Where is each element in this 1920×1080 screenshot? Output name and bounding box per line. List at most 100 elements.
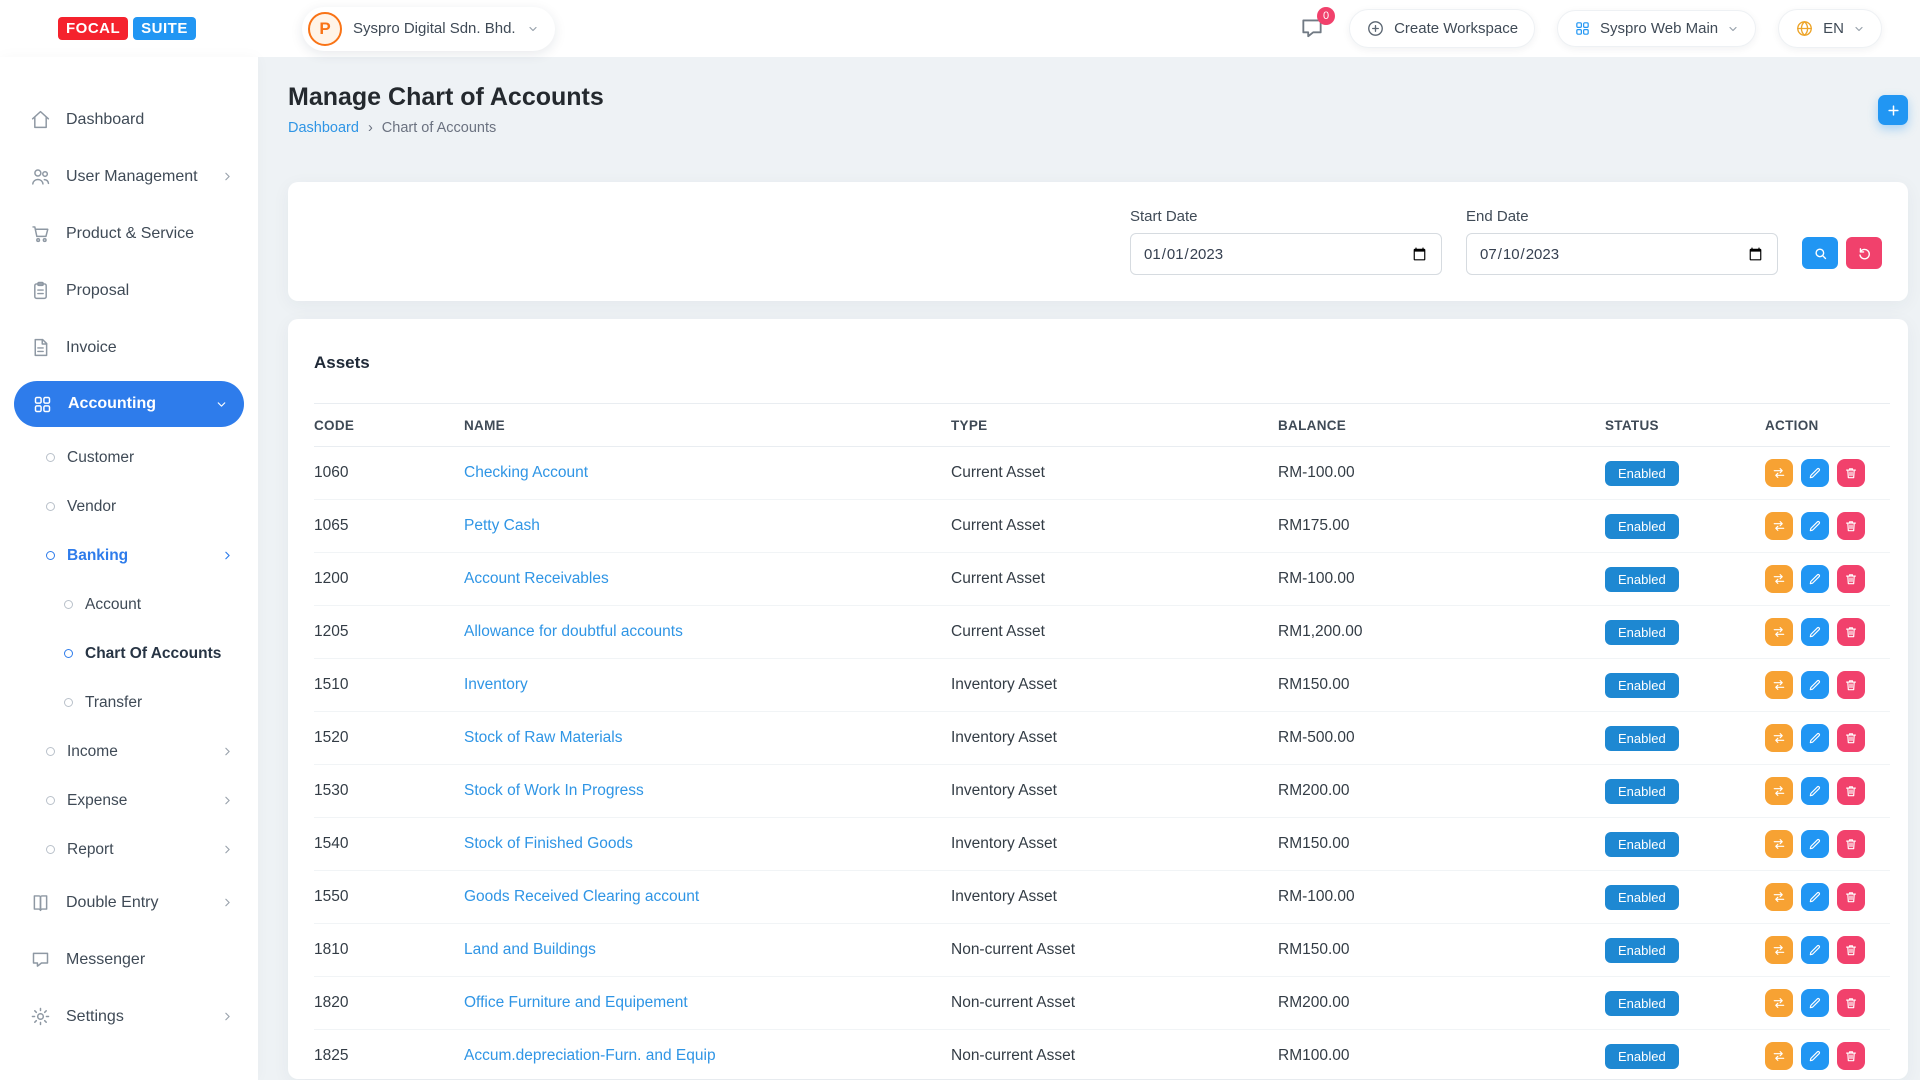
row-transactions-button[interactable] [1765, 1042, 1793, 1070]
sidebar-item-user-management[interactable]: User Management [0, 148, 258, 205]
sidebar-item-accounting[interactable]: Accounting [14, 381, 244, 427]
row-transactions-button[interactable] [1765, 989, 1793, 1017]
sidebar-item-invoice[interactable]: Invoice [0, 319, 258, 376]
row-edit-button[interactable] [1801, 671, 1829, 699]
account-name-link[interactable]: Allowance for doubtful accounts [464, 623, 683, 640]
sidebar-item-double-entry[interactable]: Double Entry [0, 874, 258, 931]
sidebar-item-messenger[interactable]: Messenger [0, 931, 258, 988]
row-edit-button[interactable] [1801, 989, 1829, 1017]
row-delete-button[interactable] [1837, 777, 1865, 805]
status-badge: Enabled [1605, 726, 1679, 751]
sidebar-item-expense[interactable]: Expense [0, 776, 258, 825]
sidebar-item-banking[interactable]: Banking [0, 531, 258, 580]
sidebar-item-report[interactable]: Report [0, 825, 258, 874]
account-name-link[interactable]: Stock of Finished Goods [464, 835, 633, 852]
row-transactions-button[interactable] [1765, 777, 1793, 805]
sidebar-item-settings[interactable]: Settings [0, 988, 258, 1045]
swap-icon [1772, 890, 1786, 904]
sidebar-item-proposal[interactable]: Proposal [0, 262, 258, 319]
table-row: 1530Stock of Work In ProgressInventory A… [314, 765, 1890, 818]
account-name-link[interactable]: Stock of Work In Progress [464, 782, 644, 799]
row-edit-button[interactable] [1801, 883, 1829, 911]
row-edit-button[interactable] [1801, 459, 1829, 487]
cell-balance: RM-100.00 [1278, 570, 1605, 588]
row-transactions-button[interactable] [1765, 830, 1793, 858]
account-name-link[interactable]: Land and Buildings [464, 941, 596, 958]
status-badge: Enabled [1605, 885, 1679, 910]
status-badge: Enabled [1605, 514, 1679, 539]
table-body: 1060Checking AccountCurrent AssetRM-100.… [314, 447, 1890, 1080]
row-delete-button[interactable] [1837, 618, 1865, 646]
row-transactions-button[interactable] [1765, 565, 1793, 593]
row-delete-button[interactable] [1837, 830, 1865, 858]
row-edit-button[interactable] [1801, 1042, 1829, 1070]
sidebar-item-income[interactable]: Income [0, 727, 258, 776]
create-workspace-button[interactable]: Create Workspace [1349, 9, 1535, 48]
column-header-code: CODE [314, 418, 464, 433]
table-row: 1205Allowance for doubtful accountsCurre… [314, 606, 1890, 659]
end-date-input[interactable] [1466, 233, 1778, 275]
row-edit-button[interactable] [1801, 618, 1829, 646]
account-name-link[interactable]: Goods Received Clearing account [464, 888, 699, 905]
row-transactions-button[interactable] [1765, 459, 1793, 487]
sidebar-item-label: Banking [67, 547, 128, 565]
row-edit-button[interactable] [1801, 512, 1829, 540]
row-delete-button[interactable] [1837, 724, 1865, 752]
column-header-type: TYPE [951, 418, 1278, 433]
breadcrumb-dashboard-link[interactable]: Dashboard [288, 120, 359, 136]
sidebar-item-label: Customer [67, 449, 134, 467]
row-delete-button[interactable] [1837, 1042, 1865, 1070]
app-switcher[interactable]: Syspro Web Main [1557, 10, 1756, 47]
chevron-down-icon [1853, 23, 1865, 35]
add-account-button[interactable] [1878, 95, 1908, 125]
start-date-input[interactable] [1130, 233, 1442, 275]
row-edit-button[interactable] [1801, 724, 1829, 752]
row-edit-button[interactable] [1801, 830, 1829, 858]
sidebar-item-account[interactable]: Account [0, 580, 258, 629]
breadcrumb-separator: › [368, 120, 373, 136]
row-delete-button[interactable] [1837, 671, 1865, 699]
cell-type: Inventory Asset [951, 676, 1278, 694]
account-name-link[interactable]: Office Furniture and Equipement [464, 994, 688, 1011]
row-delete-button[interactable] [1837, 512, 1865, 540]
account-name-link[interactable]: Petty Cash [464, 517, 540, 534]
row-transactions-button[interactable] [1765, 512, 1793, 540]
row-transactions-button[interactable] [1765, 724, 1793, 752]
account-name-link[interactable]: Accum.depreciation-Furn. and Equip [464, 1047, 716, 1064]
sidebar-item-transfer[interactable]: Transfer [0, 678, 258, 727]
search-button[interactable] [1802, 237, 1838, 269]
row-transactions-button[interactable] [1765, 671, 1793, 699]
sidebar-item-vendor[interactable]: Vendor [0, 482, 258, 531]
cell-type: Current Asset [951, 570, 1278, 588]
account-name-link[interactable]: Inventory [464, 676, 528, 693]
sidebar-item-customer[interactable]: Customer [0, 433, 258, 482]
row-transactions-button[interactable] [1765, 936, 1793, 964]
sidebar-item-dashboard[interactable]: Dashboard [0, 91, 258, 148]
messages-button[interactable]: 0 [1299, 15, 1327, 43]
row-delete-button[interactable] [1837, 989, 1865, 1017]
language-label: EN [1823, 20, 1844, 37]
row-edit-button[interactable] [1801, 777, 1829, 805]
cell-balance: RM100.00 [1278, 1047, 1605, 1065]
sidebar-item-chart-of-accounts[interactable]: Chart Of Accounts [0, 629, 258, 678]
swap-icon [1772, 837, 1786, 851]
workspace-selector[interactable]: P Syspro Digital Sdn. Bhd. [302, 7, 555, 51]
row-transactions-button[interactable] [1765, 883, 1793, 911]
row-transactions-button[interactable] [1765, 618, 1793, 646]
row-delete-button[interactable] [1837, 936, 1865, 964]
row-edit-button[interactable] [1801, 565, 1829, 593]
row-edit-button[interactable] [1801, 936, 1829, 964]
row-delete-button[interactable] [1837, 459, 1865, 487]
account-name-link[interactable]: Stock of Raw Materials [464, 729, 623, 746]
account-name-link[interactable]: Account Receivables [464, 570, 609, 587]
cell-type: Inventory Asset [951, 782, 1278, 800]
status-badge: Enabled [1605, 991, 1679, 1016]
account-name-link[interactable]: Checking Account [464, 464, 588, 481]
reset-button[interactable] [1846, 237, 1882, 269]
row-delete-button[interactable] [1837, 883, 1865, 911]
edit-icon [1808, 731, 1822, 745]
language-selector[interactable]: EN [1778, 9, 1882, 48]
brand-logo-left: FOCAL [58, 17, 128, 40]
sidebar-item-product-service[interactable]: Product & Service [0, 205, 258, 262]
row-delete-button[interactable] [1837, 565, 1865, 593]
